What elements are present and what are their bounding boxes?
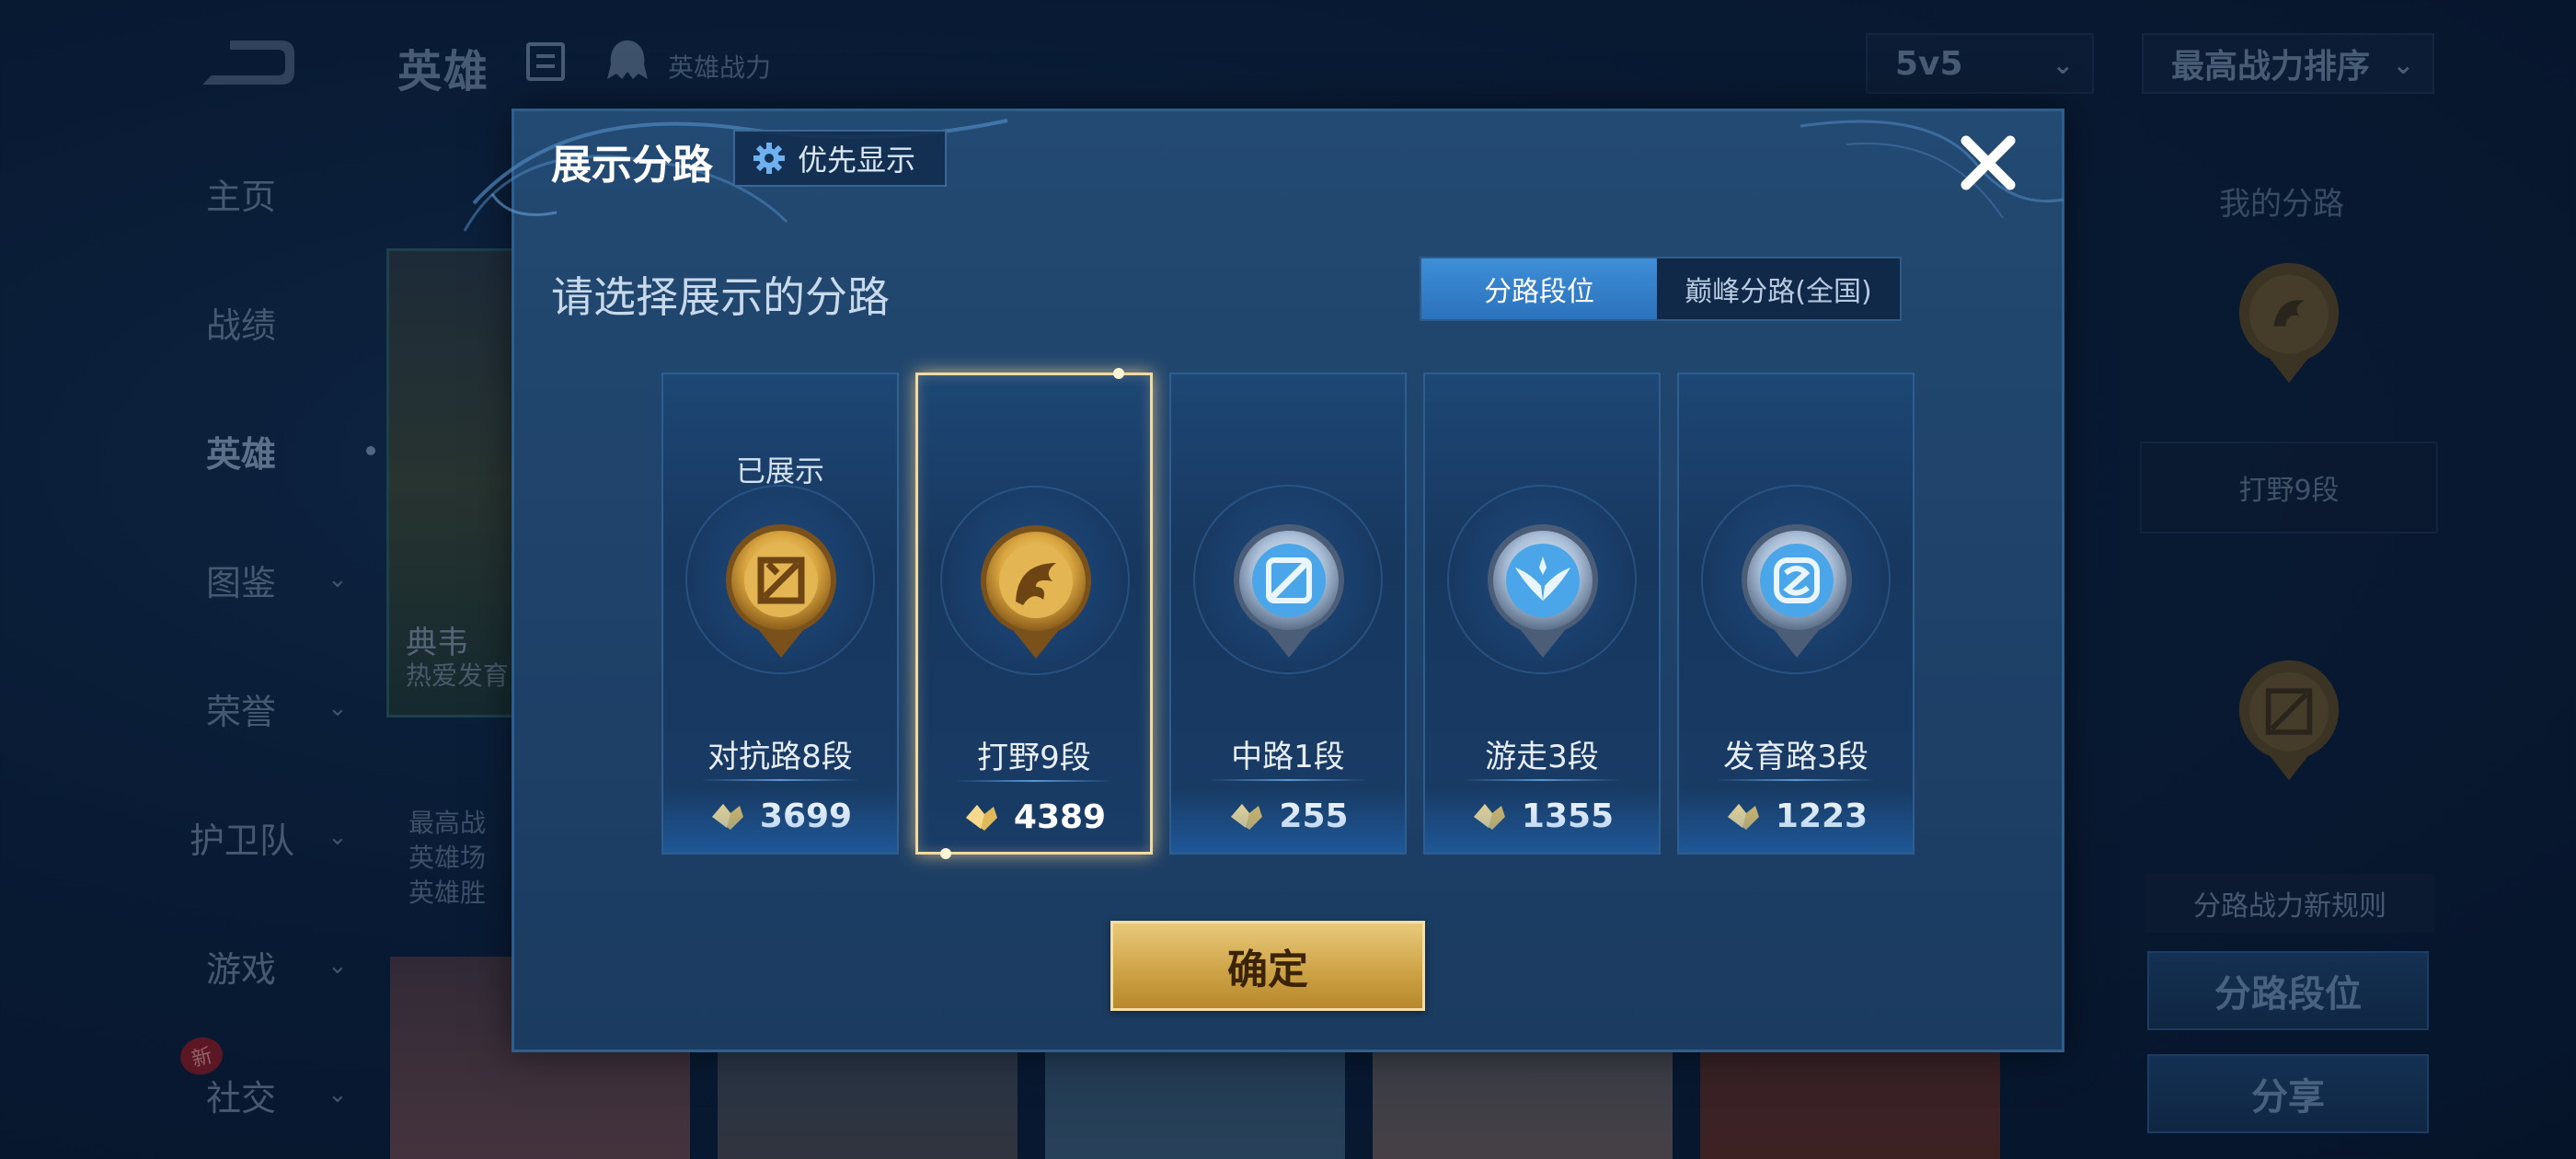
lane-power: 4389 <box>918 798 1150 836</box>
gear-icon <box>753 143 785 174</box>
decorative-swirl <box>1800 120 2064 219</box>
confirm-button[interactable]: 确定 <box>1110 921 1425 1011</box>
select-prompt: 请选择展示的分路 <box>551 272 890 322</box>
lane-card-roam[interactable]: 游走3段 1355 <box>1423 373 1661 855</box>
lane-name: 游走3段 <box>1485 739 1599 775</box>
card-glow <box>1171 788 1405 853</box>
lane-card-jungle[interactable]: 打野9段 4389 <box>915 368 1153 859</box>
close-icon[interactable] <box>1955 130 2021 196</box>
divider <box>1208 779 1368 781</box>
fighter-medal-icon <box>726 524 836 658</box>
mid-medal-icon <box>1234 524 1344 658</box>
lane-card-adc[interactable]: 发育路3段 1223 <box>1677 373 1915 855</box>
lane-card-fighter[interactable]: 已展示 对抗路8段 3699 <box>661 373 899 855</box>
divider <box>955 780 1113 782</box>
dialog-title: 展示分路 <box>551 142 713 189</box>
selection-corner <box>1113 368 1124 379</box>
divider <box>700 779 860 781</box>
adc-medal-icon <box>1742 524 1852 658</box>
rank-tab-group: 分路段位 巅峰分路(全国) <box>1420 257 1902 321</box>
card-glow <box>1679 788 1913 853</box>
lane-card-mid[interactable]: 中路1段 255 <box>1169 373 1407 855</box>
lane-name: 发育路3段 <box>1723 739 1869 775</box>
tab-peak-lane[interactable]: 巅峰分路(全国) <box>1657 258 1900 319</box>
tab-lane-rank[interactable]: 分路段位 <box>1421 258 1657 319</box>
power-diamond-icon <box>965 804 997 831</box>
jungle-medal-icon <box>981 525 1091 659</box>
divider <box>1716 779 1876 781</box>
selection-corner <box>940 848 951 859</box>
priority-display-button[interactable]: 优先显示 <box>733 130 947 187</box>
lane-name: 对抗路8段 <box>707 739 853 775</box>
card-glow <box>663 788 897 853</box>
lane-display-dialog: 展示分路 优先显示 请选择展示的分路 分路段位 巅峰分路(全国) 已展示 对抗路… <box>463 109 2064 1052</box>
divider <box>1462 779 1622 781</box>
roam-medal-icon <box>1488 524 1598 658</box>
card-glow <box>1425 788 1659 853</box>
lane-name: 打野9段 <box>977 740 1091 776</box>
lane-name: 中路1段 <box>1231 739 1345 775</box>
